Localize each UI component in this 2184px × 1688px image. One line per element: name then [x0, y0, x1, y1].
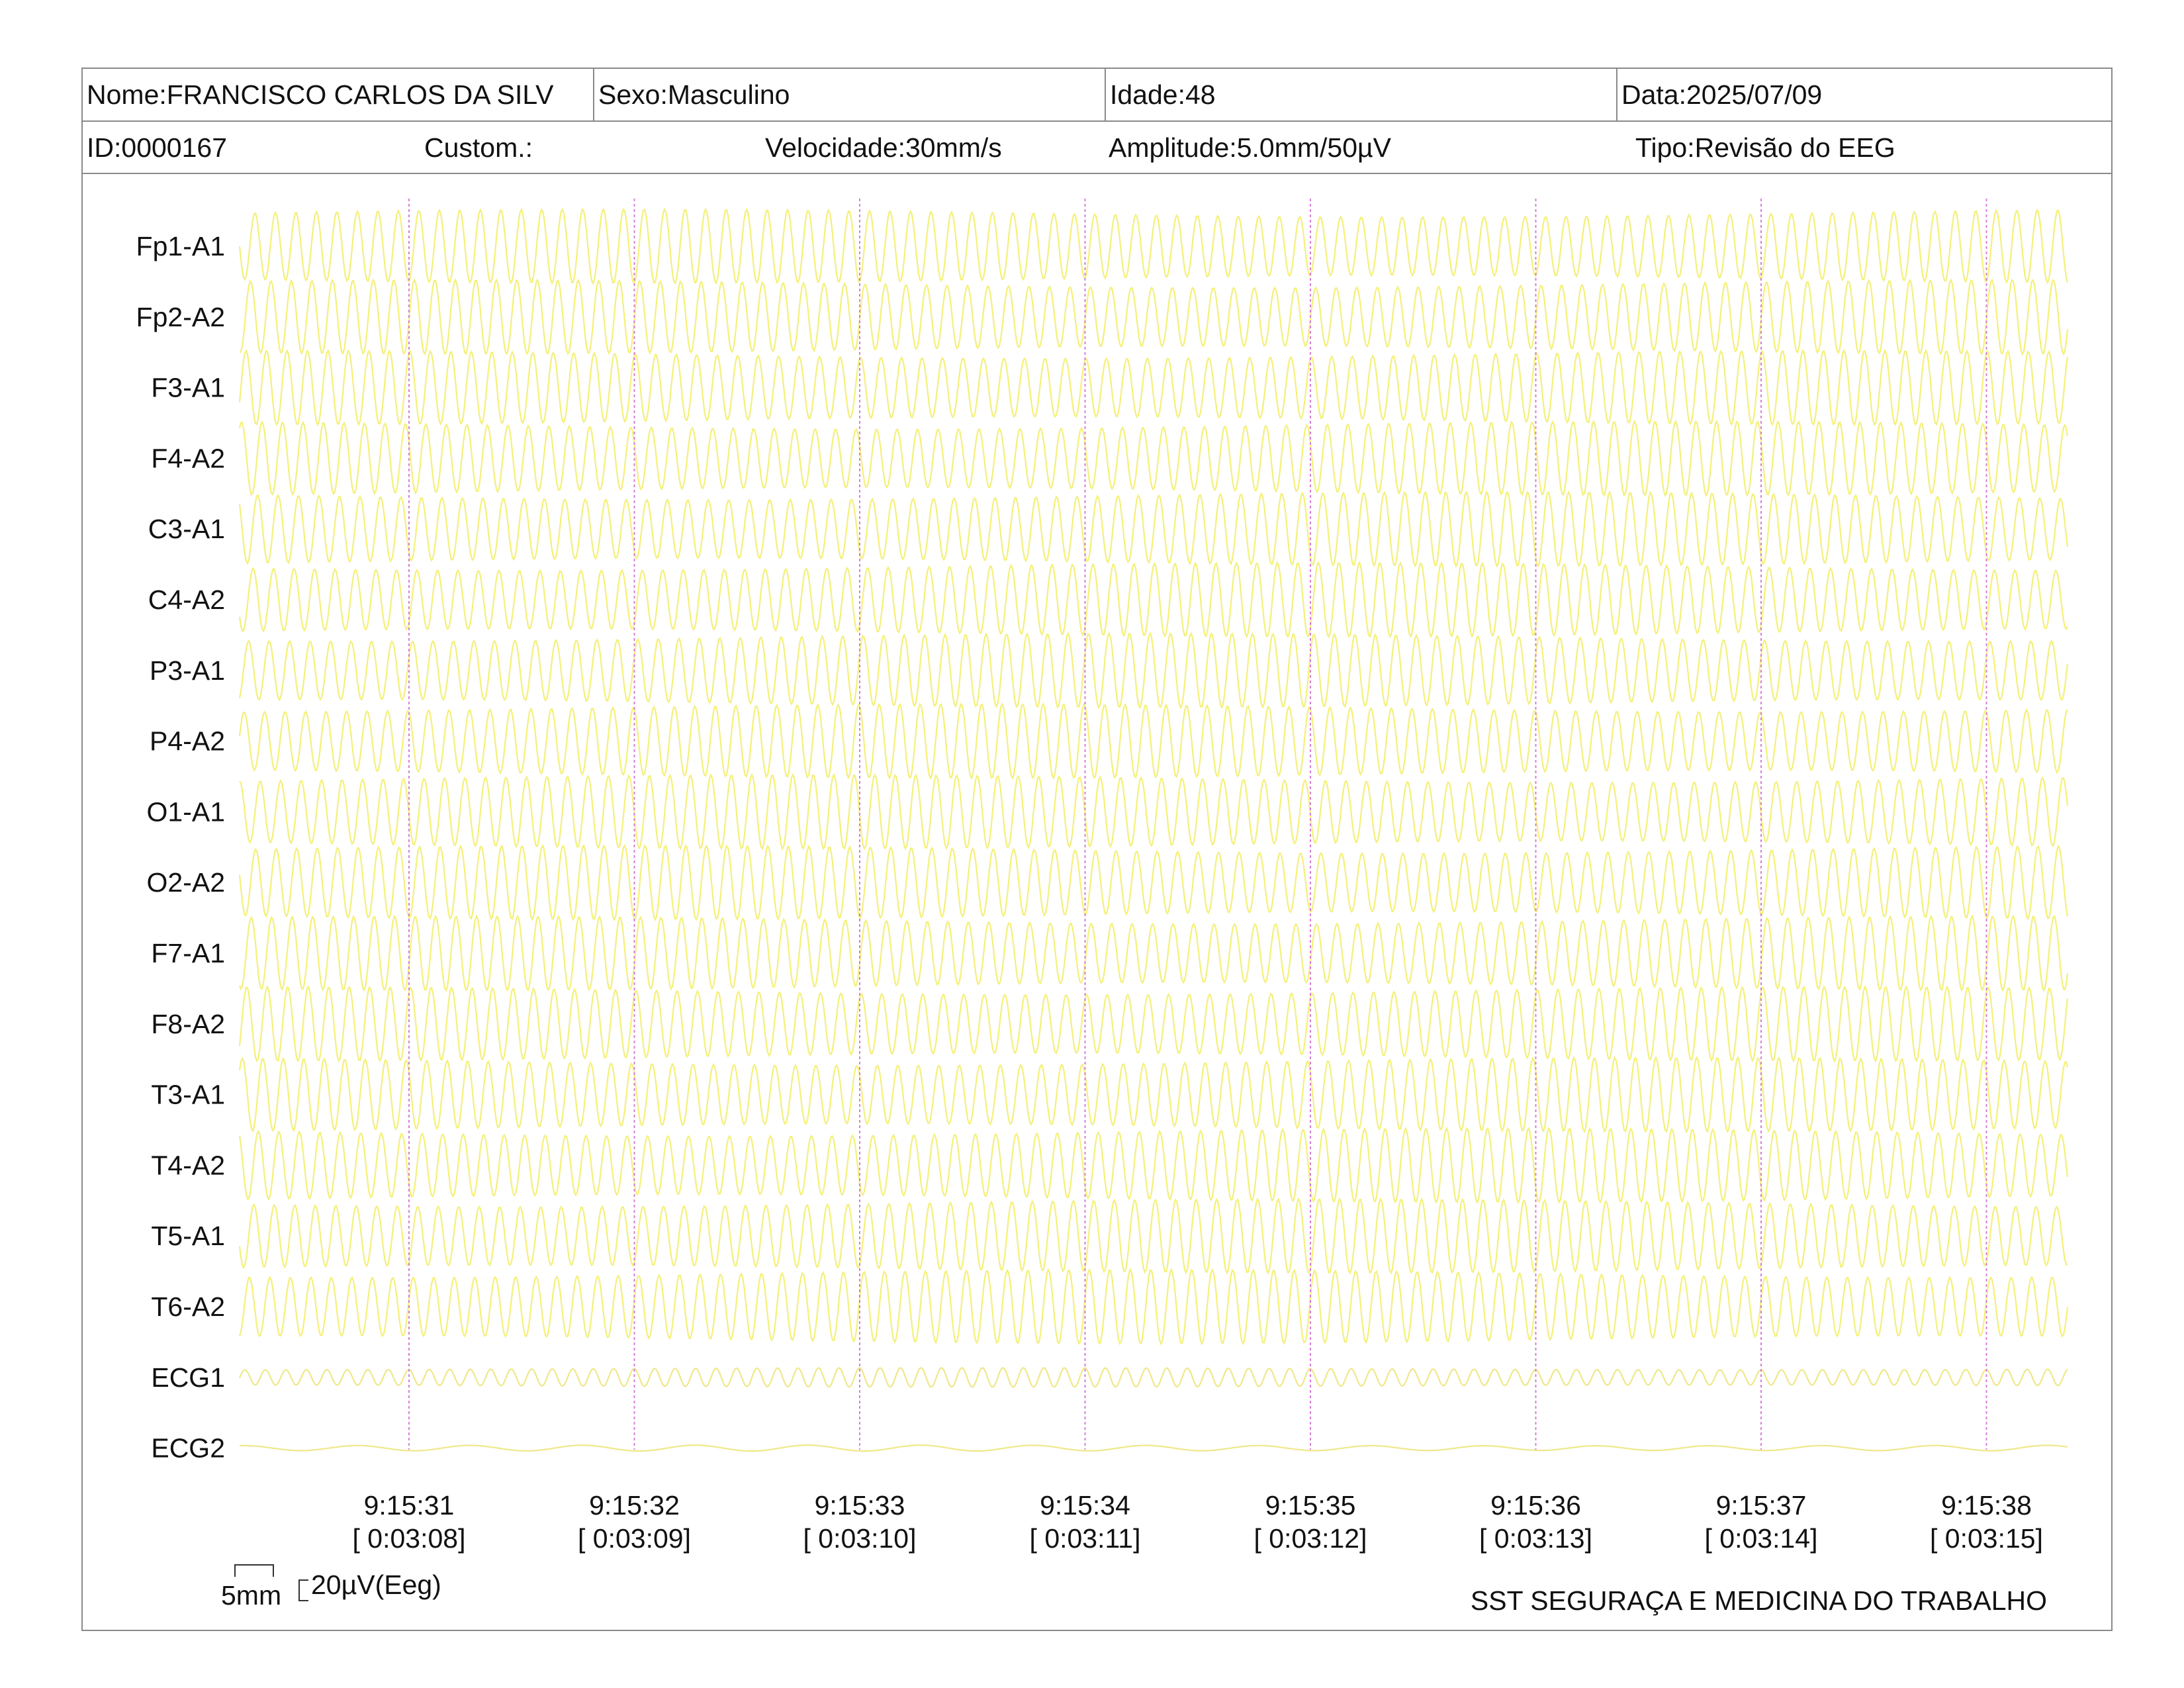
amplitude-setting: Amplitude:5.0mm/50µV: [1109, 132, 1391, 163]
report-frame: Nome:FRANCISCO CARLOS DA SILV Sexo:Mascu…: [81, 68, 2113, 1631]
patient-age: Idade:48: [1105, 69, 1616, 120]
patient-id: ID:0000167: [87, 132, 228, 163]
custom-field: Custom.:: [424, 132, 533, 163]
exam-type: Tipo:Revisão do EEG: [1635, 132, 1895, 163]
patient-name: Nome:FRANCISCO CARLOS DA SILV: [87, 79, 554, 110]
patient-header-row: Nome:FRANCISCO CARLOS DA SILV Sexo:Mascu…: [83, 69, 2111, 122]
paper-speed: Velocidade:30mm/s: [765, 132, 1002, 163]
patient-sex: Sexo:Masculino: [593, 69, 1105, 120]
exam-date: Data:2025/07/09: [1616, 69, 2113, 120]
recording-header-row: ID:0000167 Custom.: Velocidade:30mm/s Am…: [83, 122, 2111, 174]
